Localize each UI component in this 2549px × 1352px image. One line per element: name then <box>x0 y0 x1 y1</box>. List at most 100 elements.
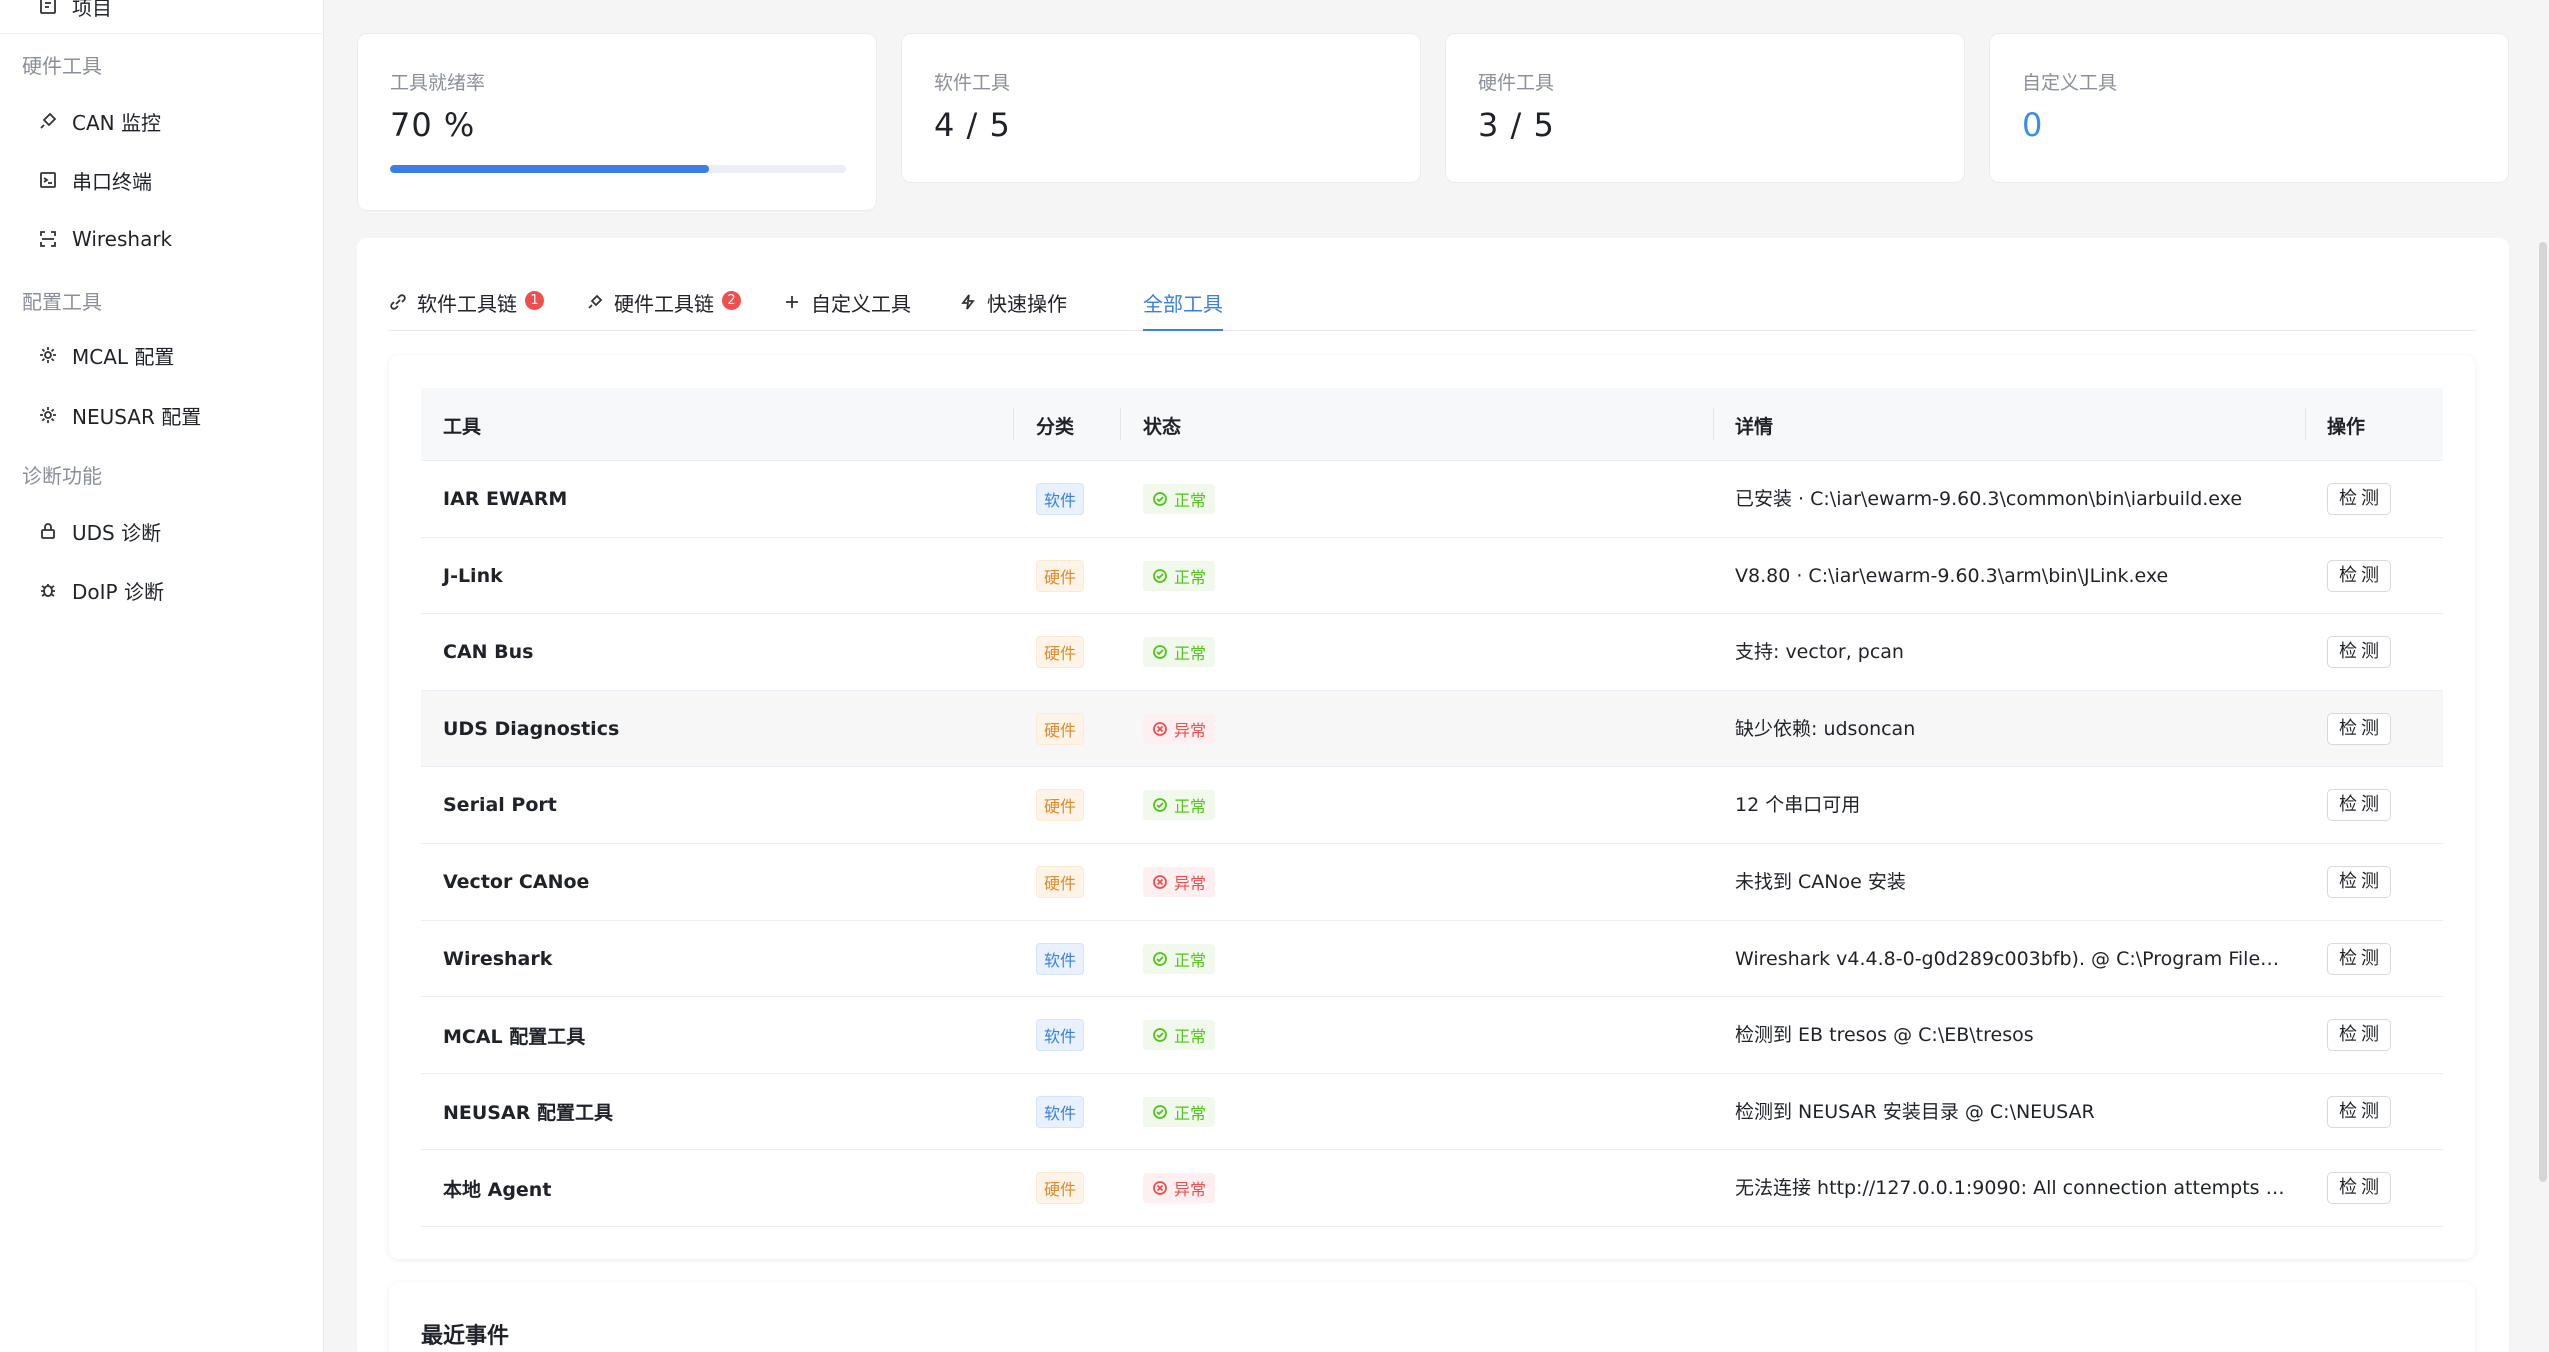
detect-button[interactable]: 检测 <box>2327 942 2391 975</box>
status-label: 正常 <box>1174 644 1207 664</box>
status-label: 正常 <box>1174 567 1207 587</box>
plus-icon <box>783 292 801 310</box>
tool-name: J-Link <box>443 564 503 587</box>
sidebar-item-doip-diagnostics[interactable]: DoIP 诊断 <box>38 570 164 610</box>
detect-button[interactable]: 检测 <box>2327 1172 2391 1205</box>
stat-value: 70 % <box>390 106 476 144</box>
table-row: Wireshark 软件 正常 Wireshark v4.4.8-0-g0d289c0… <box>421 921 2443 998</box>
status-label: 正常 <box>1174 1103 1207 1123</box>
action-cell: 检测 <box>2327 921 2391 997</box>
tab-label: 自定义工具 <box>811 292 911 316</box>
sidebar: 项目 硬件工具 CAN 监控 串口终端 Wireshark 配置工具 MCAL … <box>0 0 324 1352</box>
status-badge: 正常 <box>1143 943 1216 974</box>
action-cell: 检测 <box>2327 1150 2391 1226</box>
sidebar-item-uds-diagnostics[interactable]: UDS 诊断 <box>38 511 161 551</box>
table-row: UDS Diagnostics 硬件 异常 缺少依赖: udsoncan 检测 <box>421 690 2443 768</box>
sidebar-item-label: NEUSAR 配置 <box>72 404 202 429</box>
count-badge: 2 <box>722 291 741 310</box>
status-badge: 正常 <box>1143 1020 1216 1051</box>
detect-button[interactable]: 检测 <box>2327 865 2391 898</box>
status-label: 正常 <box>1174 491 1207 510</box>
header-tool: 工具 <box>443 416 482 438</box>
status-cell: 正常 <box>1143 461 1216 537</box>
detect-button[interactable]: 检测 <box>2327 1095 2391 1128</box>
category-tag: 软件 <box>1036 483 1085 515</box>
check-circle-icon <box>1152 951 1174 967</box>
stat-label: 工具就绪率 <box>390 72 486 94</box>
status-cell: 正常 <box>1143 997 1216 1073</box>
table-body: IAR EWARM 软件 正常 已安装 · C:\iar\ewarm-9.60.3\c… <box>421 461 2443 1227</box>
tool-name: 本地 Agent <box>443 1178 552 1201</box>
tool-name: Wireshark <box>443 947 553 970</box>
sidebar-item-serial-terminal[interactable]: 串口终端 <box>38 160 152 200</box>
table-row: IAR EWARM 软件 正常 已安装 · C:\iar\ewarm-9.60.3\c… <box>421 461 2443 538</box>
detail-cell: V8.80 · C:\iar\ewarm-9.60.3\arm\bin\JLin… <box>1735 564 2169 587</box>
status-cell: 正常 <box>1143 921 1216 997</box>
sidebar-item-label: MCAL 配置 <box>72 344 175 369</box>
sidebar-item-label: DoIP 诊断 <box>72 579 164 604</box>
category-cell: 硬件 <box>1036 1150 1085 1226</box>
sidebar-item-wireshark[interactable]: Wireshark <box>38 219 172 259</box>
check-circle-icon <box>1152 644 1174 660</box>
column-divider <box>1120 408 1121 440</box>
category-cell: 硬件 <box>1036 691 1085 767</box>
detect-button[interactable]: 检测 <box>2327 636 2391 669</box>
action-cell: 检测 <box>2327 614 2391 690</box>
detect-button[interactable]: 检测 <box>2327 559 2391 592</box>
stat-label: 硬件工具 <box>1478 72 1555 94</box>
tab-label: 全部工具 <box>1143 292 1223 316</box>
plug-icon <box>38 111 58 131</box>
stat-card-readiness: 工具就绪率 70 % <box>357 33 877 211</box>
sidebar-item-can-monitor[interactable]: CAN 监控 <box>38 101 161 141</box>
tools-table-card: 工具 分类 状态 详情 操作 IAR EWARM 软件 正常 已安装 · C:\iar… <box>389 355 2475 1259</box>
action-cell: 检测 <box>2327 691 2391 767</box>
gear-icon <box>38 405 58 425</box>
category-cell: 软件 <box>1036 921 1085 997</box>
tool-name: NEUSAR 配置工具 <box>443 1102 613 1125</box>
tool-name: MCAL 配置工具 <box>443 1025 586 1048</box>
table-row: Serial Port 硬件 正常 12 个串口可用 检测 <box>421 767 2443 844</box>
detect-button[interactable]: 检测 <box>2327 789 2391 822</box>
stat-value: 4 / 5 <box>934 106 1011 144</box>
gear-icon <box>38 345 58 365</box>
status-badge: 正常 <box>1143 1096 1216 1127</box>
category-tag: 硬件 <box>1036 789 1085 822</box>
tab-all-tools[interactable]: 全部工具 <box>1143 288 1223 331</box>
table-row: MCAL 配置工具 软件 正常 检测到 EB tresos @ C:\EB\treso… <box>421 997 2443 1074</box>
category-tag: 软件 <box>1036 1019 1085 1052</box>
tool-name: CAN Bus <box>443 641 534 664</box>
stat-value: 0 <box>2022 106 2044 144</box>
tools-table: 工具 分类 状态 详情 操作 IAR EWARM 软件 正常 已安装 · C:\iar… <box>421 388 2443 1227</box>
scrollbar-thumb[interactable] <box>2539 242 2547 1182</box>
category-tag: 硬件 <box>1036 1172 1085 1205</box>
detail-cell: 支持: vector, pcan <box>1735 641 1904 664</box>
sidebar-item-mcal-config[interactable]: MCAL 配置 <box>38 335 174 375</box>
sidebar-item-label: Wireshark <box>72 227 173 251</box>
category-cell: 硬件 <box>1036 614 1085 690</box>
action-cell: 检测 <box>2327 538 2391 614</box>
tab-hardware-toolchain[interactable]: 硬件工具链 2 <box>586 288 741 331</box>
column-divider <box>2305 408 2306 440</box>
detect-button[interactable]: 检测 <box>2327 483 2391 515</box>
table-row: Vector CANoe 硬件 异常 未找到 CANoe 安装 检测 <box>421 844 2443 921</box>
tab-custom-tools[interactable]: 自定义工具 <box>783 288 911 331</box>
detect-button[interactable]: 检测 <box>2327 1019 2391 1052</box>
header-status: 状态 <box>1143 416 1182 438</box>
error-circle-icon <box>1152 721 1174 737</box>
category-tag: 硬件 <box>1036 636 1085 669</box>
category-cell: 硬件 <box>1036 767 1085 843</box>
detect-button[interactable]: 检测 <box>2327 712 2391 745</box>
header-category: 分类 <box>1036 416 1075 438</box>
sidebar-item-project[interactable]: 项目 <box>38 0 112 26</box>
status-badge: 正常 <box>1143 637 1216 668</box>
check-circle-icon <box>1152 1027 1174 1043</box>
table-row: NEUSAR 配置工具 软件 正常 检测到 NEUSAR 安装目录 @ C:\NEUS… <box>421 1074 2443 1151</box>
category-cell: 软件 <box>1036 461 1085 537</box>
sidebar-top-section: 项目 <box>0 0 322 34</box>
tab-software-toolchain[interactable]: 软件工具链 1 <box>389 288 544 331</box>
action-cell: 检测 <box>2327 997 2391 1073</box>
table-header: 工具 分类 状态 详情 操作 <box>421 388 2443 461</box>
tab-quick-actions[interactable]: 快速操作 <box>959 288 1067 331</box>
sidebar-item-neusar-config[interactable]: NEUSAR 配置 <box>38 395 201 435</box>
category-cell: 软件 <box>1036 1074 1085 1150</box>
